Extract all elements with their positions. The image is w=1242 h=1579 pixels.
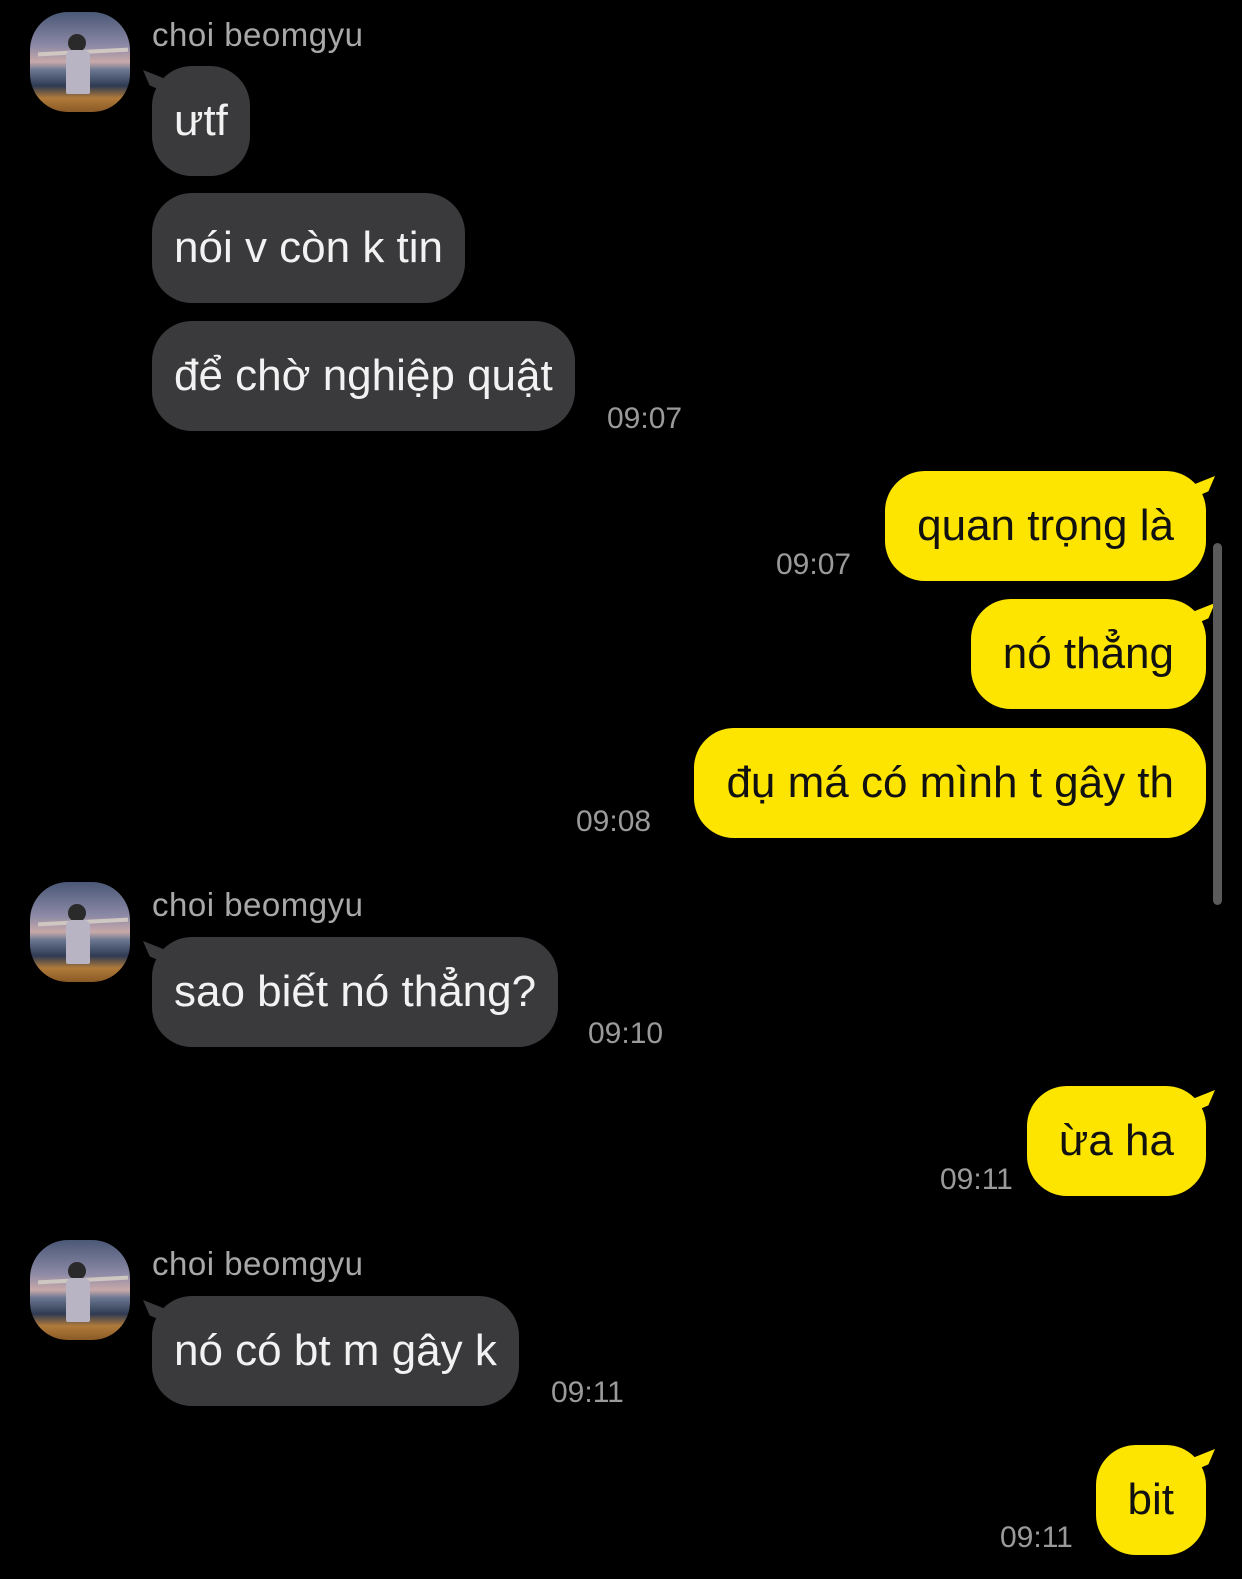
avatar-photo-detail xyxy=(66,1278,90,1322)
sender-avatar[interactable] xyxy=(30,1240,130,1340)
incoming-message-bubble[interactable]: để chờ nghiệp quật xyxy=(152,321,575,431)
sender-name: choi beomgyu xyxy=(152,16,364,53)
message-timestamp: 09:11 xyxy=(1000,1521,1073,1554)
outgoing-message-bubble[interactable]: ừa ha xyxy=(1026,1086,1206,1196)
outgoing-message-bubble[interactable]: đụ má có mình t gây th xyxy=(694,728,1206,838)
message-timestamp: 09:07 xyxy=(776,548,852,581)
incoming-message-bubble[interactable]: nó có bt m gây k xyxy=(152,1296,519,1406)
message-timestamp: 09:11 xyxy=(551,1376,624,1409)
message-timestamp: 09:08 xyxy=(576,805,652,838)
avatar-photo-detail xyxy=(66,920,90,964)
scrollbar-thumb[interactable] xyxy=(1213,543,1222,905)
outgoing-message-bubble[interactable]: nó thẳng xyxy=(970,599,1206,709)
outgoing-message-bubble[interactable]: bit xyxy=(1095,1445,1206,1555)
sender-name: choi beomgyu xyxy=(152,886,364,923)
incoming-message-bubble[interactable]: ưtf xyxy=(152,66,250,176)
message-timestamp: 09:07 xyxy=(607,402,683,435)
outgoing-message-bubble[interactable]: quan trọng là xyxy=(885,471,1206,581)
sender-avatar[interactable] xyxy=(30,12,130,112)
sender-avatar[interactable] xyxy=(30,882,130,982)
incoming-message-bubble[interactable]: nói v còn k tin xyxy=(152,193,466,303)
sender-name: choi beomgyu xyxy=(152,1245,364,1282)
message-timestamp: 09:11 xyxy=(940,1163,1013,1196)
incoming-message-bubble[interactable]: sao biết nó thẳng? xyxy=(152,937,559,1047)
message-timestamp: 09:10 xyxy=(588,1017,664,1050)
avatar-photo-detail xyxy=(66,50,90,94)
